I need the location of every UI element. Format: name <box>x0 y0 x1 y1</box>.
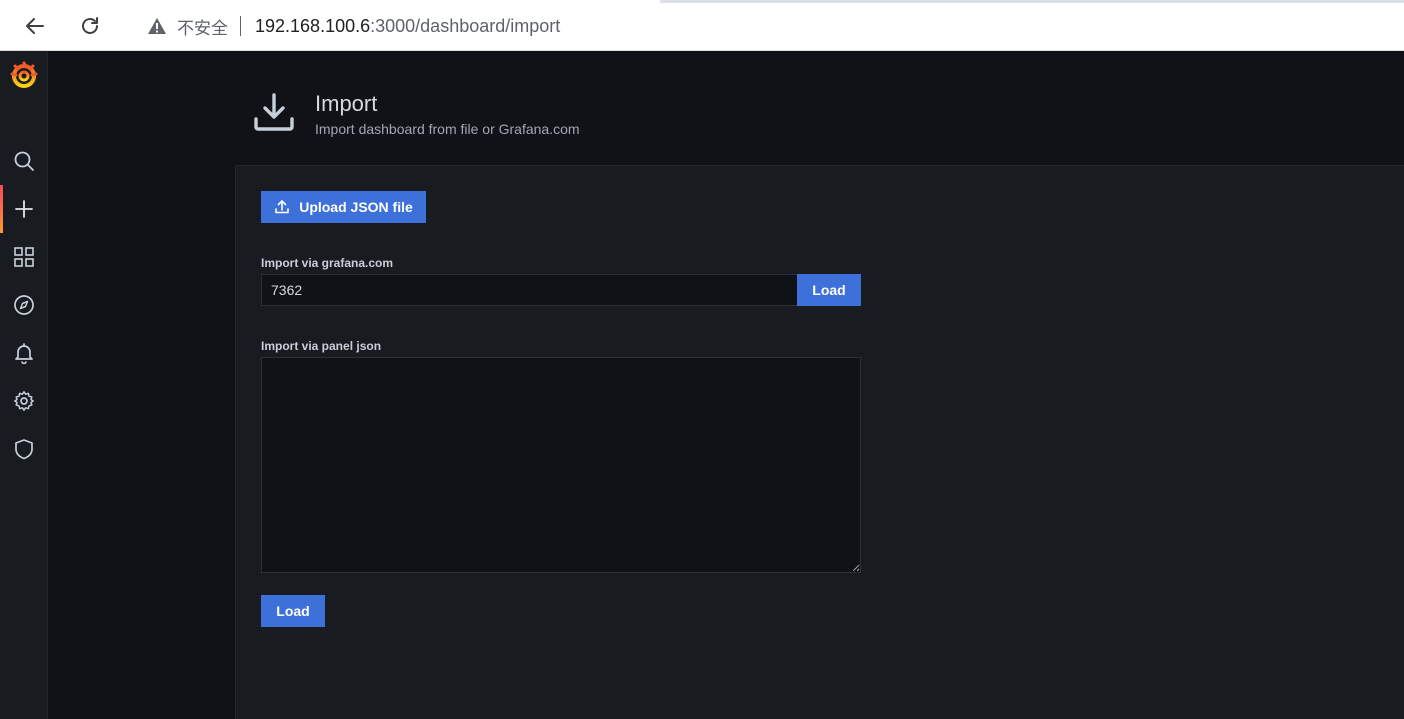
url-host: 192.168.100.6 <box>255 15 371 36</box>
sidemenu-dashboards[interactable] <box>0 233 48 281</box>
grafana-logo-icon[interactable] <box>10 61 38 89</box>
panel-json-label: Import via panel json <box>261 339 382 353</box>
warning-triangle-icon[interactable] <box>147 15 169 37</box>
page-subtitle: Import dashboard from file or Grafana.co… <box>315 121 580 137</box>
sidemenu <box>0 51 48 719</box>
sidemenu-alerting[interactable] <box>0 329 48 377</box>
alerting-bell-icon <box>15 343 33 364</box>
browser-toolbar: 不安全 192.168.100.6:3000/dashboard/import <box>0 0 1404 51</box>
sidemenu-server-admin[interactable] <box>0 425 48 473</box>
grafana-dashboard-id-input[interactable] <box>261 274 798 306</box>
page-title: Import <box>315 91 378 116</box>
arrow-left-icon <box>26 18 44 34</box>
address-bar[interactable]: 不安全 192.168.100.6:3000/dashboard/import <box>126 7 1404 45</box>
upload-json-button[interactable]: Upload JSON file <box>261 191 426 223</box>
sidemenu-explore[interactable] <box>0 281 48 329</box>
grafana-import-label: Import via grafana.com <box>261 256 394 270</box>
upload-json-label: Upload JSON file <box>299 199 413 215</box>
plus-icon <box>15 200 33 218</box>
tab-strip-edge <box>660 0 1404 3</box>
panel-json-textarea[interactable] <box>261 357 861 573</box>
address-separator <box>240 16 241 36</box>
reload-icon <box>82 17 98 34</box>
explore-compass-icon <box>14 295 34 315</box>
upload-icon <box>275 200 290 214</box>
server-admin-shield-icon <box>15 439 33 460</box>
grafana-load-button[interactable]: Load <box>797 274 861 306</box>
search-icon <box>14 151 34 171</box>
configuration-gear-icon <box>14 391 34 411</box>
main-content: Import Import dashboard from file or Gra… <box>48 51 1404 719</box>
sidemenu-configuration[interactable] <box>0 377 48 425</box>
url-path: :3000/dashboard/import <box>370 15 561 36</box>
download-import-icon <box>254 93 294 131</box>
dashboards-grid-icon <box>14 247 34 267</box>
sidemenu-create[interactable] <box>0 185 48 233</box>
reload-button[interactable] <box>74 10 106 42</box>
back-button[interactable] <box>19 10 51 42</box>
json-load-button[interactable]: Load <box>261 595 325 627</box>
import-form-panel: Upload JSON file Import via grafana.com … <box>235 165 1404 719</box>
security-status-label[interactable]: 不安全 <box>177 14 228 39</box>
sidemenu-search[interactable] <box>0 137 48 185</box>
